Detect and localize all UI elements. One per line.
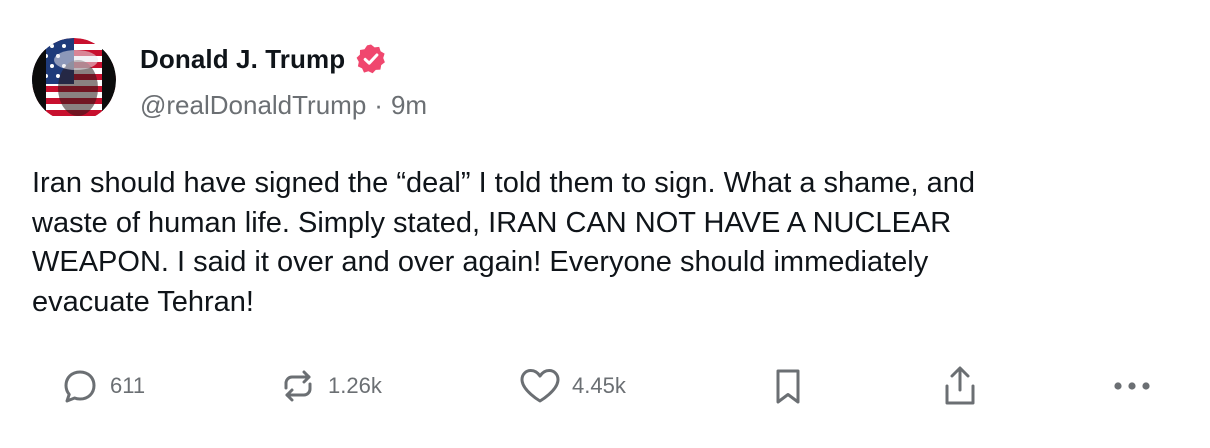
- author-name-row: Donald J. Trump: [140, 42, 387, 76]
- avatar-image: [32, 38, 116, 122]
- bookmark-button[interactable]: [770, 362, 806, 410]
- author-handle-row: @realDonaldTrump · 9m: [140, 90, 427, 121]
- heart-icon: [518, 366, 562, 406]
- more-icon: [1110, 376, 1154, 396]
- repost-icon: [278, 366, 318, 406]
- bookmark-icon: [770, 366, 806, 406]
- verified-badge-icon: [355, 43, 387, 75]
- repost-button[interactable]: 1.26k: [278, 362, 382, 410]
- like-count: 4.45k: [572, 373, 626, 398]
- post-text: Iran should have signed the “deal” I tol…: [32, 167, 976, 318]
- separator-dot: ·: [374, 90, 383, 120]
- like-button[interactable]: 4.45k: [518, 362, 626, 410]
- reply-button[interactable]: 611: [60, 362, 145, 410]
- timestamp[interactable]: 9m: [391, 90, 427, 121]
- share-icon: [940, 364, 980, 408]
- share-button[interactable]: [940, 362, 980, 410]
- reply-icon: [60, 366, 100, 406]
- handle[interactable]: @realDonaldTrump: [140, 90, 366, 121]
- display-name[interactable]: Donald J. Trump: [140, 44, 345, 75]
- reply-count: 611: [110, 373, 146, 398]
- more-button[interactable]: [1110, 362, 1154, 410]
- action-bar: 611 1.26k 4.45k: [0, 362, 1210, 410]
- post-card: Donald J. Trump @realDonaldTrump · 9m Ir…: [0, 0, 1210, 448]
- repost-count: 1.26k: [328, 373, 382, 398]
- avatar[interactable]: [32, 38, 116, 122]
